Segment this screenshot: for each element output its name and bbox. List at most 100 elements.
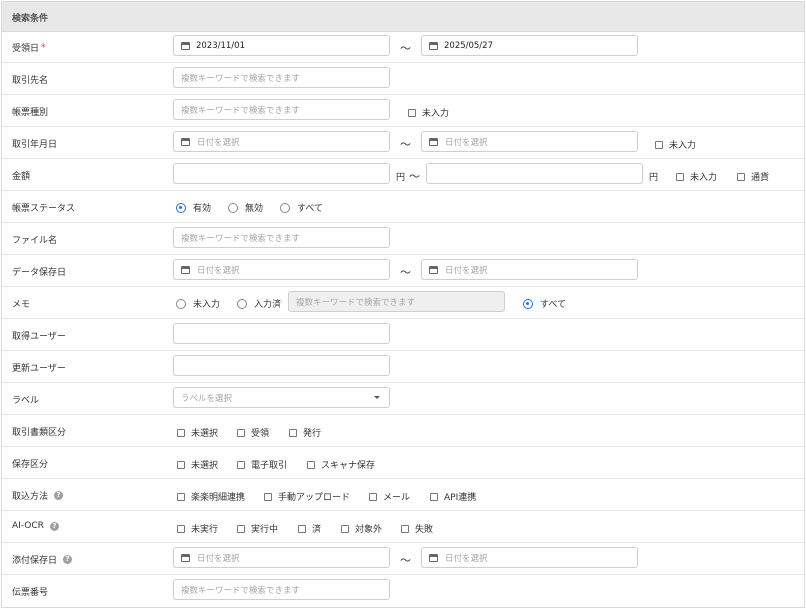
label-memo: メモ bbox=[12, 300, 31, 310]
row-status: 帳票ステータス 有効 無効 すべて bbox=[2, 191, 804, 223]
label-label: ラベル bbox=[12, 396, 40, 406]
label-amount: 金額 bbox=[12, 172, 31, 182]
calendar-icon bbox=[181, 137, 190, 146]
range-separator: 〜 bbox=[400, 138, 411, 151]
row-file-name: ファイル名 複数キーワードで検索できます bbox=[2, 223, 804, 255]
calendar-icon bbox=[181, 265, 190, 274]
row-saved-date: データ保存日 日付を選択 〜 日付を選択 bbox=[2, 255, 804, 287]
label-creator: 取得ユーザー bbox=[12, 332, 66, 342]
slip-no-input[interactable]: 複数キーワードで検索できます bbox=[173, 579, 390, 600]
calendar-icon bbox=[429, 265, 438, 274]
status-radio-invalid[interactable]: 無効 bbox=[228, 201, 263, 214]
status-radio-all[interactable]: すべて bbox=[280, 201, 323, 214]
storage-checkbox-electronic[interactable]: 電子取引 bbox=[237, 458, 287, 471]
search-conditions-panel: 検索条件 受領日 * 2023/11/01 〜 2025/05/27 取引先名 複… bbox=[1, 1, 805, 608]
received-date-from[interactable]: 2023/11/01 bbox=[173, 35, 390, 56]
saved-date-to[interactable]: 日付を選択 bbox=[421, 259, 638, 280]
help-icon[interactable]: ? bbox=[63, 555, 73, 564]
range-separator: 〜 bbox=[400, 42, 411, 55]
label-ai-ocr: AI-OCR? bbox=[12, 521, 59, 531]
range-separator: 〜 bbox=[409, 170, 420, 183]
doc-category-checkbox-issued[interactable]: 発行 bbox=[289, 426, 321, 439]
attach-date-from[interactable]: 日付を選択 bbox=[173, 547, 390, 568]
label-txn-date: 取引年月日 bbox=[12, 140, 58, 150]
txn-date-from[interactable]: 日付を選択 bbox=[173, 131, 390, 152]
chevron-down-icon bbox=[374, 396, 380, 399]
label-received-date: 受領日 * bbox=[12, 42, 46, 55]
label-doc-type: 帳票種別 bbox=[12, 108, 49, 118]
memo-radio-all[interactable]: すべて bbox=[523, 297, 566, 310]
row-import-method: 取込方法? 楽楽明細連携 手動アップロード メール API連携 bbox=[2, 479, 804, 511]
doc-category-checkbox-received[interactable]: 受領 bbox=[237, 426, 269, 439]
ocr-checkbox-running[interactable]: 実行中 bbox=[237, 522, 278, 535]
doc-type-input[interactable]: 複数キーワードで検索できます bbox=[173, 99, 390, 120]
calendar-icon bbox=[429, 137, 438, 146]
label-partner: 取引先名 bbox=[12, 76, 49, 86]
label-slip-no: 伝票番号 bbox=[12, 588, 49, 598]
amount-from-input[interactable] bbox=[173, 163, 390, 184]
ocr-checkbox-excluded[interactable]: 対象外 bbox=[341, 522, 382, 535]
calendar-icon bbox=[429, 41, 438, 50]
ocr-checkbox-not-run[interactable]: 未実行 bbox=[177, 522, 218, 535]
amount-to-input[interactable] bbox=[426, 163, 643, 184]
import-checkbox-manual-upload[interactable]: 手動アップロード bbox=[264, 490, 350, 503]
storage-checkbox-scanner[interactable]: スキャナ保存 bbox=[307, 458, 375, 471]
label-saved-date: データ保存日 bbox=[12, 268, 67, 278]
row-updater: 更新ユーザー bbox=[2, 351, 804, 383]
help-icon[interactable]: ? bbox=[49, 521, 59, 531]
label-file-name: ファイル名 bbox=[12, 236, 58, 246]
label-import-method: 取込方法? bbox=[12, 489, 64, 502]
storage-checkbox-unselected[interactable]: 未選択 bbox=[177, 458, 218, 471]
row-doc-type: 帳票種別 複数キーワードで検索できます 未入力 bbox=[2, 95, 804, 127]
amount-not-entered-checkbox[interactable]: 未入力 bbox=[676, 170, 717, 183]
partner-input[interactable]: 複数キーワードで検索できます bbox=[173, 67, 390, 88]
import-checkbox-mail[interactable]: メール bbox=[369, 490, 410, 503]
row-slip-no: 伝票番号 複数キーワードで検索できます bbox=[2, 575, 804, 606]
help-icon[interactable]: ? bbox=[54, 491, 64, 500]
memo-radio-entered[interactable]: 入力済 bbox=[237, 297, 281, 310]
row-label: ラベル ラベルを選択 bbox=[2, 383, 804, 415]
memo-keyword-input[interactable]: 複数キーワードで検索できます bbox=[288, 291, 505, 312]
ocr-checkbox-failed[interactable]: 失敗 bbox=[401, 522, 433, 535]
row-attach-date: 添付保存日? 日付を選択 〜 日付を選択 bbox=[2, 543, 804, 575]
panel-header: 検索条件 bbox=[2, 2, 804, 32]
attach-date-to[interactable]: 日付を選択 bbox=[421, 547, 638, 568]
row-ai-ocr: AI-OCR? 未実行 実行中 済 対象外 失敗 bbox=[2, 511, 804, 543]
label-updater: 更新ユーザー bbox=[12, 364, 66, 374]
status-radio-valid[interactable]: 有効 bbox=[176, 201, 211, 214]
label-storage-category: 保存区分 bbox=[12, 460, 49, 470]
received-date-to[interactable]: 2025/05/27 bbox=[421, 35, 638, 56]
label-status: 帳票ステータス bbox=[12, 204, 76, 214]
row-amount: 金額 円 〜 円 未入力 通貨 bbox=[2, 159, 804, 191]
ocr-checkbox-done[interactable]: 済 bbox=[298, 522, 321, 535]
updater-input[interactable] bbox=[173, 355, 390, 376]
row-partner: 取引先名 複数キーワードで検索できます bbox=[2, 63, 804, 95]
row-memo: メモ 未入力 入力済 複数キーワードで検索できます すべて bbox=[2, 287, 804, 319]
calendar-icon bbox=[181, 41, 190, 50]
yen-unit: 円 bbox=[649, 173, 659, 183]
label-attach-date: 添付保存日? bbox=[12, 553, 73, 566]
row-doc-category: 取引書類区分 未選択 受領 発行 bbox=[2, 415, 804, 447]
range-separator: 〜 bbox=[400, 266, 411, 279]
range-separator: 〜 bbox=[400, 554, 411, 567]
txn-date-not-entered-checkbox[interactable]: 未入力 bbox=[655, 138, 696, 151]
file-name-input[interactable]: 複数キーワードで検索できます bbox=[173, 227, 390, 248]
label-doc-category: 取引書類区分 bbox=[12, 428, 67, 438]
required-mark: * bbox=[41, 42, 46, 53]
memo-radio-not-entered[interactable]: 未入力 bbox=[176, 297, 220, 310]
txn-date-to[interactable]: 日付を選択 bbox=[421, 131, 638, 152]
import-checkbox-api[interactable]: API連携 bbox=[430, 490, 476, 503]
row-creator: 取得ユーザー bbox=[2, 319, 804, 351]
import-checkbox-rakuraku[interactable]: 楽楽明細連携 bbox=[177, 490, 245, 503]
row-received-date: 受領日 * 2023/11/01 〜 2025/05/27 bbox=[2, 31, 804, 63]
yen-unit: 円 bbox=[396, 173, 406, 183]
row-txn-date: 取引年月日 日付を選択 〜 日付を選択 未入力 bbox=[2, 127, 804, 159]
doc-type-not-entered-checkbox[interactable]: 未入力 bbox=[408, 106, 449, 119]
row-storage-category: 保存区分 未選択 電子取引 スキャナ保存 bbox=[2, 447, 804, 479]
saved-date-from[interactable]: 日付を選択 bbox=[173, 259, 390, 280]
panel-title: 検索条件 bbox=[12, 14, 49, 24]
currency-checkbox[interactable]: 通貨 bbox=[737, 170, 769, 183]
label-select[interactable]: ラベルを選択 bbox=[173, 387, 390, 408]
creator-input[interactable] bbox=[173, 323, 390, 344]
doc-category-checkbox-unselected[interactable]: 未選択 bbox=[177, 426, 218, 439]
